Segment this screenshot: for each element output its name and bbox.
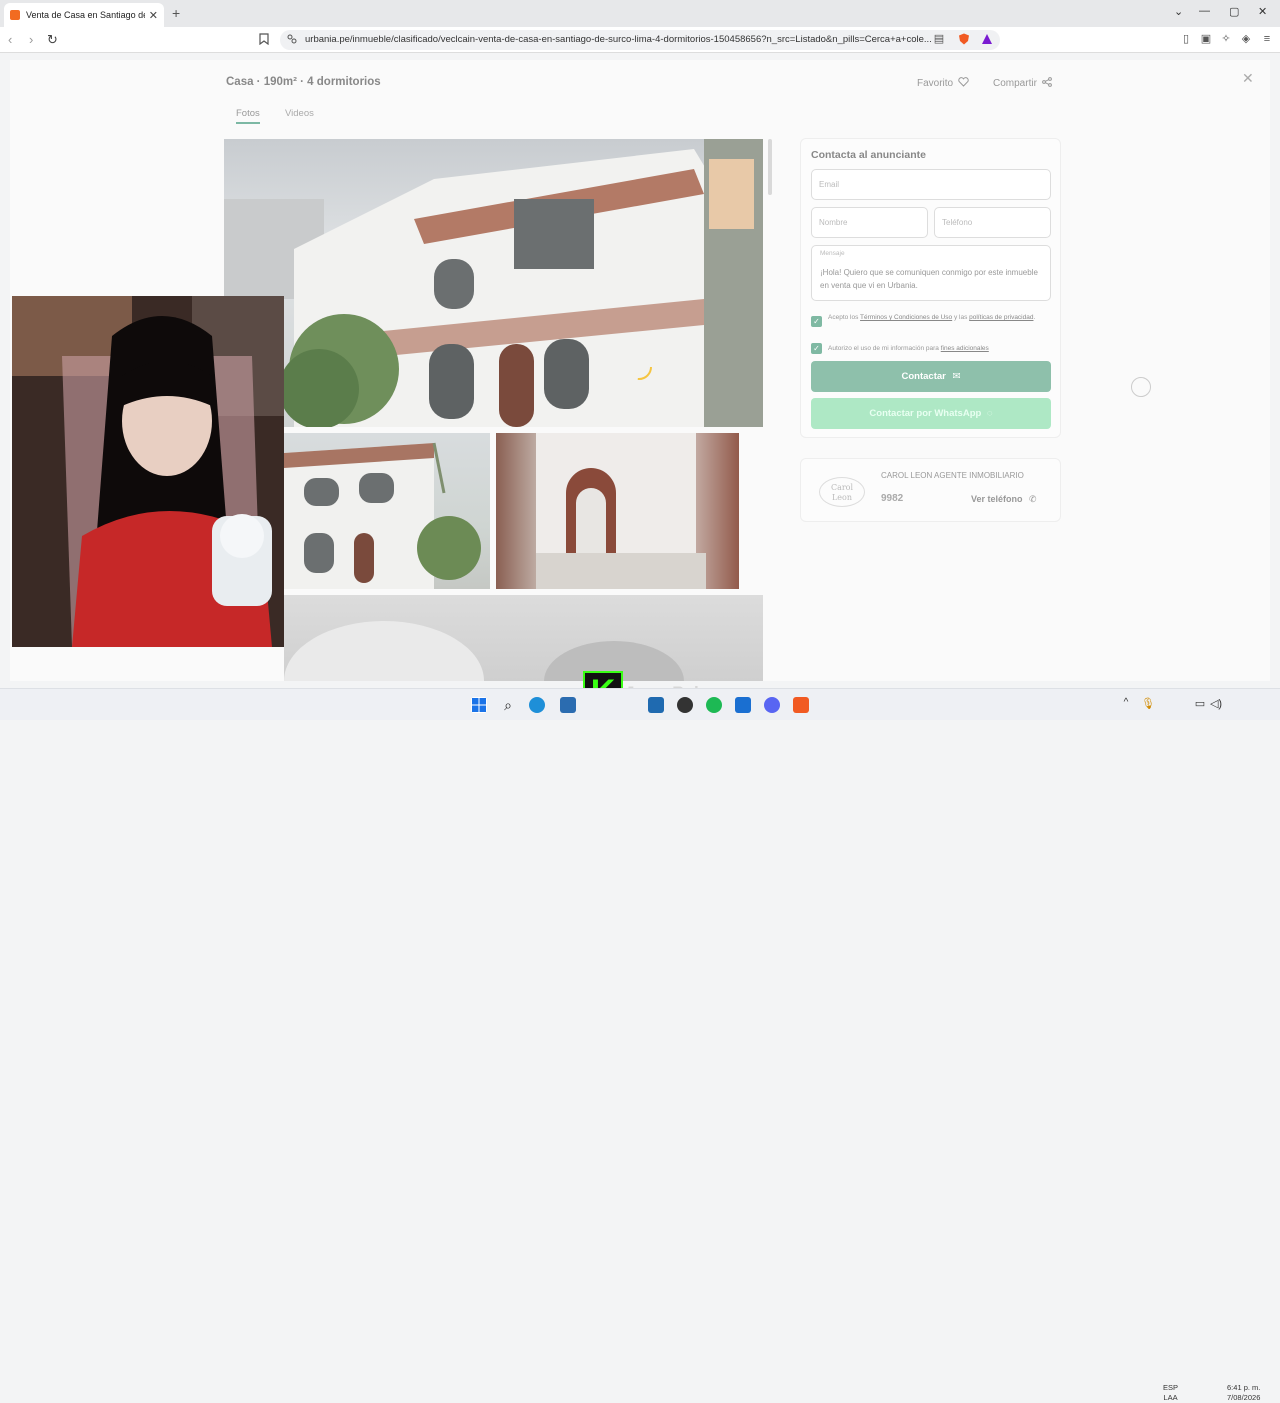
brave-icon[interactable] — [793, 697, 809, 713]
obs-icon[interactable] — [677, 697, 693, 713]
gallery-photo[interactable] — [284, 433, 490, 589]
gallery-photo[interactable] — [284, 595, 763, 681]
spotify-icon[interactable] — [706, 697, 722, 713]
leo-ai-icon[interactable]: ✧ — [1220, 33, 1232, 45]
additional-purposes-link[interactable]: fines adicionales — [941, 345, 989, 352]
tab-fotos[interactable]: Fotos — [236, 108, 260, 124]
brave-shield-icon[interactable] — [958, 33, 970, 45]
new-tab-button[interactable]: + — [172, 5, 180, 21]
consent-label: Autorizo el uso de mi información para f… — [828, 345, 989, 352]
message-field[interactable]: Mensaje ¡Hola! Quiero que se comuniquen … — [811, 245, 1051, 301]
phone-icon: ✆ — [1029, 494, 1037, 504]
whatsapp-button[interactable]: Contactar por WhatsApp ◌ — [811, 398, 1051, 429]
heart-icon — [958, 77, 969, 90]
language-indicator[interactable]: ESP LAA — [1163, 1383, 1178, 1403]
phone-placeholder: Teléfono — [942, 218, 973, 227]
chevron-up-icon[interactable]: ^ — [1118, 697, 1134, 713]
listing-title: Casa · 190m² · 4 dormitorios — [226, 76, 381, 88]
webcam-overlay — [12, 296, 284, 647]
app-icon[interactable] — [648, 697, 664, 713]
privacy-link[interactable]: políticas de privacidad — [969, 314, 1033, 321]
consent-checkbox[interactable]: ✓ — [811, 343, 822, 354]
brave-rewards-icon[interactable] — [981, 33, 993, 45]
windows-taskbar: ⌕ ^ 🎙 ESP LAA ▭ ◁) 6:41 p. m. 7/08/2026 — [0, 688, 1280, 1402]
tab-videos[interactable]: Videos — [285, 108, 314, 119]
contact-panel: Contacta al anunciante Email Nombre Telé… — [800, 138, 1061, 438]
email-placeholder: Email — [819, 180, 840, 189]
tab-list-icon[interactable]: ⌄ — [1174, 5, 1183, 18]
contact-button-label: Contactar — [901, 371, 946, 382]
site-favicon-icon — [10, 10, 20, 20]
reader-mode-icon[interactable]: ▤ — [933, 33, 945, 45]
main-photo[interactable] — [224, 139, 763, 427]
name-field[interactable]: Nombre — [811, 207, 928, 238]
close-window-button[interactable]: ✕ — [1258, 5, 1267, 18]
agent-name: CAROL LEON AGENTE INMOBILIARIO — [881, 471, 1024, 480]
discord-icon[interactable] — [764, 697, 780, 713]
share-button[interactable]: Compartir — [993, 77, 1052, 90]
loading-spinner-icon — [1131, 377, 1151, 397]
contact-title: Contacta al anunciante — [811, 149, 926, 161]
minimize-button[interactable]: — — [1199, 5, 1210, 17]
app-icon[interactable] — [735, 697, 751, 713]
maximize-button[interactable]: ▢ — [1229, 5, 1239, 18]
show-phone-label: Ver teléfono — [971, 494, 1023, 504]
terms-checkbox[interactable]: ✓ — [811, 316, 822, 327]
favorite-button[interactable]: Favorito — [917, 77, 969, 90]
whatsapp-button-label: Contactar por WhatsApp — [869, 408, 982, 419]
address-bar[interactable]: urbania.pe/inmueble/clasificado/veclcain… — [280, 30, 1000, 50]
vpn-icon[interactable]: ◈ — [1240, 33, 1252, 45]
name-placeholder: Nombre — [819, 218, 848, 227]
search-icon[interactable]: ⌕ — [500, 697, 516, 713]
tab-title: Venta de Casa en Santiago de Su — [26, 10, 145, 20]
edge-icon[interactable] — [529, 697, 545, 713]
terms-link[interactable]: Términos y Condiciones de Uso — [860, 314, 952, 321]
browser-toolbar: ‹ › ↻ urbania.pe/inmueble/clasificado/ve… — [0, 27, 1280, 53]
phone-field[interactable]: Teléfono — [934, 207, 1051, 238]
menu-icon[interactable]: ≡ — [1261, 33, 1273, 45]
start-icon[interactable] — [471, 697, 487, 713]
favorite-label: Favorito — [917, 78, 954, 89]
close-tab-icon[interactable]: ✕ — [149, 9, 158, 22]
contact-button[interactable]: Contactar ✉ — [811, 361, 1051, 392]
terms-label: Acepto los Términos y Condiciones de Uso… — [828, 314, 1036, 321]
show-phone-button[interactable]: Ver teléfono ✆ — [971, 494, 1037, 505]
agent-phone-partial: 9982 — [881, 493, 904, 504]
message-text: ¡Hola! Quiero que se comuniquen conmigo … — [820, 268, 1038, 290]
gallery-photo[interactable] — [496, 433, 739, 589]
agent-card: Carol Leon CAROL LEON AGENTE INMOBILIARI… — [800, 458, 1061, 522]
message-label: Mensaje — [820, 250, 845, 257]
mail-icon: ✉ — [952, 371, 961, 382]
share-label: Compartir — [993, 78, 1037, 89]
gallery-scrollbar[interactable] — [768, 139, 772, 195]
email-field[interactable]: Email — [811, 169, 1051, 200]
volume-icon[interactable]: ◁) — [1208, 697, 1224, 713]
browser-tab-bar: Venta de Casa en Santiago de Su ✕ + ⌄ — … — [0, 0, 1280, 27]
sidebar-icon[interactable]: ▯ — [1180, 33, 1192, 45]
share-icon — [1042, 77, 1052, 90]
back-icon[interactable]: ‹ — [8, 32, 12, 47]
reload-icon[interactable]: ↻ — [47, 32, 58, 48]
close-modal-icon[interactable]: ✕ — [1242, 70, 1254, 87]
network-icon[interactable]: ▭ — [1192, 697, 1208, 713]
browser-tab[interactable]: Venta de Casa en Santiago de Su ✕ — [4, 3, 164, 27]
app-icon[interactable] — [560, 697, 576, 713]
clock[interactable]: 6:41 p. m. 7/08/2026 — [1227, 1383, 1260, 1403]
forward-icon[interactable]: › — [29, 32, 33, 47]
bookmark-icon[interactable] — [258, 33, 270, 46]
whatsapp-icon: ◌ — [986, 408, 993, 419]
microphone-icon[interactable]: 🎙 — [1140, 697, 1156, 713]
agent-logo: Carol Leon — [819, 477, 865, 507]
url-text: urbania.pe/inmueble/clasificado/veclcain… — [305, 34, 932, 45]
wallet-icon[interactable]: ▣ — [1200, 33, 1212, 45]
site-settings-icon[interactable] — [286, 34, 298, 46]
